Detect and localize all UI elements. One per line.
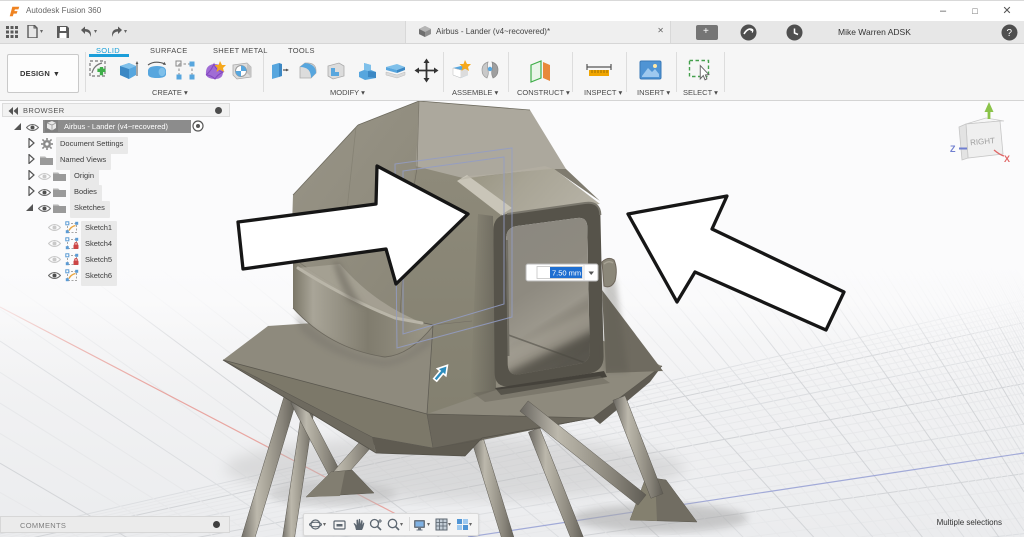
svg-text:?: ?: [1007, 28, 1013, 39]
svg-text:Z: Z: [950, 144, 956, 154]
svg-text:X: X: [1004, 154, 1010, 164]
svg-text:7.50 mm: 7.50 mm: [552, 269, 581, 278]
